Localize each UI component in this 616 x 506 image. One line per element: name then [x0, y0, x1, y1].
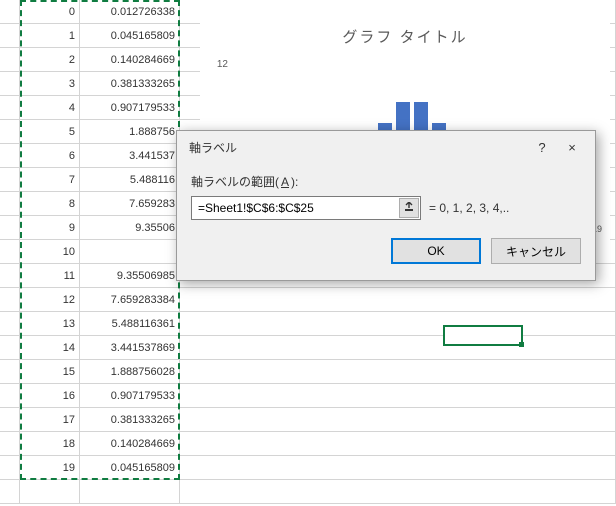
cell[interactable]: 0.907179533 — [80, 96, 180, 120]
cell[interactable]: 18 — [20, 432, 80, 456]
cell[interactable] — [0, 96, 20, 120]
range-input[interactable] — [191, 196, 421, 220]
table-row — [0, 480, 616, 504]
cell[interactable] — [0, 384, 20, 408]
cell[interactable]: 11 — [20, 264, 80, 288]
cell[interactable]: 7 — [20, 168, 80, 192]
table-row: 151.888756028 — [0, 360, 616, 384]
cell[interactable]: 4 — [20, 96, 80, 120]
cell[interactable]: 2 — [20, 48, 80, 72]
cell[interactable] — [0, 456, 20, 480]
table-row: 143.441537869 — [0, 336, 616, 360]
cell[interactable]: 0.140284669 — [80, 48, 180, 72]
cell[interactable] — [0, 288, 20, 312]
cell[interactable] — [20, 480, 80, 504]
cell[interactable]: 10 — [20, 240, 80, 264]
cell[interactable] — [180, 480, 616, 504]
cell[interactable]: 0.381333265 — [80, 408, 180, 432]
cell[interactable]: 5 — [20, 120, 80, 144]
close-button[interactable]: × — [557, 137, 587, 157]
cell[interactable] — [0, 312, 20, 336]
table-row: 170.381333265 — [0, 408, 616, 432]
cell[interactable]: 1 — [20, 24, 80, 48]
cell[interactable] — [0, 480, 20, 504]
cell[interactable] — [0, 408, 20, 432]
table-row: 180.140284669 — [0, 432, 616, 456]
range-preview: = 0, 1, 2, 3, 4,.. — [429, 201, 509, 215]
cell[interactable] — [180, 408, 616, 432]
cell[interactable]: 7.659283384 — [80, 288, 180, 312]
cell[interactable]: 0.381333265 — [80, 72, 180, 96]
cell[interactable]: 5.488116361 — [80, 312, 180, 336]
cell[interactable]: 8 — [20, 192, 80, 216]
table-row: 127.659283384 — [0, 288, 616, 312]
cell[interactable]: 19 — [20, 456, 80, 480]
table-row: 190.045165809 — [0, 456, 616, 480]
cell[interactable]: 9 — [20, 216, 80, 240]
ok-button[interactable]: OK — [391, 238, 481, 264]
chart-title: グラフ タイトル — [200, 18, 610, 59]
cell[interactable] — [80, 240, 180, 264]
dialog-title: 軸ラベル — [189, 139, 237, 156]
cell[interactable]: 3 — [20, 72, 80, 96]
cell[interactable] — [180, 336, 616, 360]
cell[interactable]: 0.012726338 — [80, 0, 180, 24]
table-row: 135.488116361 — [0, 312, 616, 336]
range-selector-icon — [404, 202, 414, 215]
cell[interactable] — [0, 72, 20, 96]
cell[interactable]: 0.045165809 — [80, 456, 180, 480]
cell[interactable] — [0, 264, 20, 288]
cell[interactable] — [180, 312, 616, 336]
cancel-button[interactable]: キャンセル — [491, 238, 581, 264]
cell[interactable]: 0 — [20, 0, 80, 24]
cell[interactable] — [0, 336, 20, 360]
y-tick: 12 — [206, 59, 228, 71]
cell[interactable]: 17 — [20, 408, 80, 432]
cell[interactable]: 5.488116 — [80, 168, 180, 192]
cell[interactable] — [0, 360, 20, 384]
cell[interactable]: 0.045165809 — [80, 24, 180, 48]
cell[interactable] — [0, 168, 20, 192]
cell[interactable]: 13 — [20, 312, 80, 336]
cell[interactable]: 3.441537869 — [80, 336, 180, 360]
cell[interactable]: 6 — [20, 144, 80, 168]
cell[interactable] — [0, 24, 20, 48]
range-label: 軸ラベルの範囲(A): — [191, 173, 581, 190]
cell[interactable]: 3.441537 — [80, 144, 180, 168]
cell[interactable] — [0, 192, 20, 216]
cell[interactable]: 7.659283 — [80, 192, 180, 216]
cell[interactable] — [180, 288, 616, 312]
cell[interactable]: 12 — [20, 288, 80, 312]
axis-label-dialog: 軸ラベル ? × 軸ラベルの範囲(A): = 0, 1, 2, 3, 4,.. … — [176, 130, 596, 281]
table-row: 160.907179533 — [0, 384, 616, 408]
cell[interactable]: 14 — [20, 336, 80, 360]
cell[interactable]: 16 — [20, 384, 80, 408]
cell[interactable] — [180, 456, 616, 480]
cell[interactable] — [0, 240, 20, 264]
dialog-titlebar[interactable]: 軸ラベル ? × — [177, 131, 595, 163]
collapse-dialog-button[interactable] — [399, 198, 419, 218]
help-button[interactable]: ? — [527, 137, 557, 157]
cell[interactable]: 1.888756 — [80, 120, 180, 144]
cell[interactable] — [0, 120, 20, 144]
cell[interactable]: 15 — [20, 360, 80, 384]
cell[interactable] — [180, 384, 616, 408]
cell[interactable]: 9.35506985 — [80, 264, 180, 288]
cell[interactable]: 9.35506 — [80, 216, 180, 240]
cell[interactable] — [0, 48, 20, 72]
cell[interactable] — [0, 144, 20, 168]
cell[interactable]: 0.907179533 — [80, 384, 180, 408]
cell[interactable] — [180, 432, 616, 456]
cell[interactable]: 1.888756028 — [80, 360, 180, 384]
cell[interactable] — [180, 360, 616, 384]
cell[interactable]: 0.140284669 — [80, 432, 180, 456]
cell[interactable] — [0, 216, 20, 240]
cell[interactable] — [0, 432, 20, 456]
cell[interactable] — [0, 0, 20, 24]
cell[interactable] — [80, 480, 180, 504]
